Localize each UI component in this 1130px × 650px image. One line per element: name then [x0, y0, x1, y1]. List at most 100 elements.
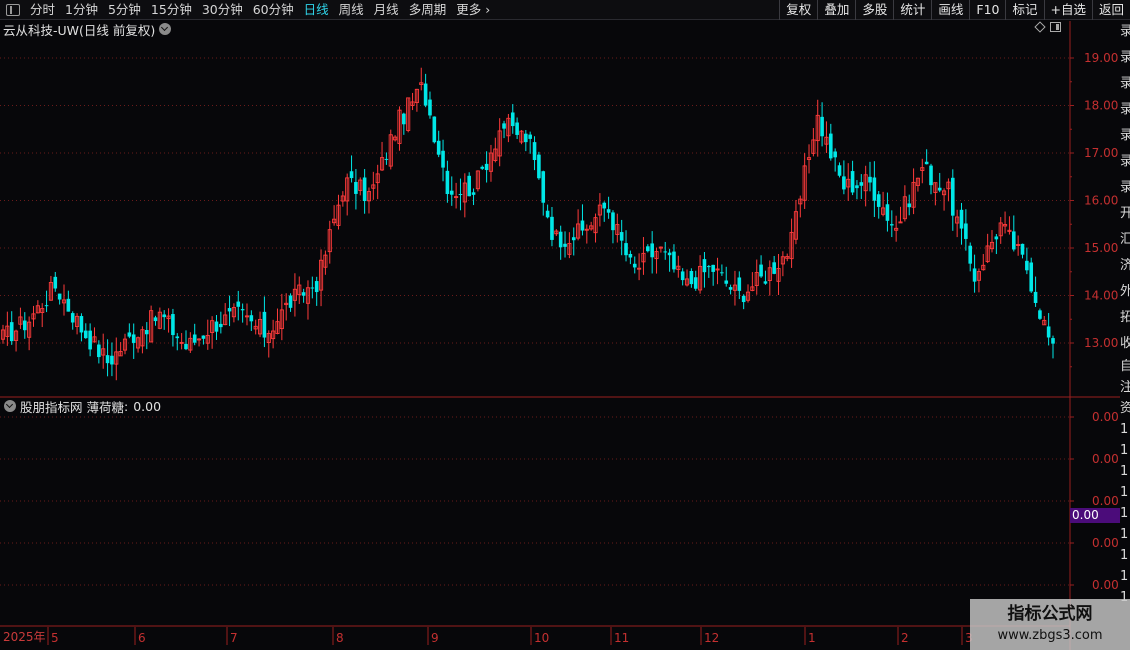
time-tick-label: 8: [336, 631, 344, 645]
candle-body-down: [850, 171, 855, 193]
chevron-down-icon[interactable]: [4, 400, 16, 412]
watermark-title: 指标公式网: [1007, 604, 1093, 624]
candle-body-down: [619, 232, 624, 241]
time-tick-label: 10: [534, 631, 549, 645]
main-chart-header: 云从科技-UW(日线 前复权): [3, 21, 172, 38]
side-panel-glyph: 1: [1120, 527, 1129, 542]
candle-body-down: [9, 322, 14, 342]
candle-body-down: [702, 259, 707, 273]
candle-body-down: [611, 212, 615, 231]
candle-body-down: [772, 262, 776, 274]
chart-canvas[interactable]: 19.0018.0017.0016.0015.0014.0013.000.000…: [0, 0, 1130, 650]
candle-body-down: [44, 305, 49, 307]
candle-body-down: [885, 204, 890, 221]
side-panel-glyph: 1: [1120, 443, 1129, 458]
candle-body-down: [737, 277, 742, 291]
candle-body-down: [445, 170, 450, 195]
price-tick-label: 15.00: [1084, 241, 1118, 255]
candle-body-down: [57, 293, 62, 300]
candle-body-down: [441, 150, 445, 168]
candle-body-down: [929, 165, 933, 186]
candle-body-down: [528, 134, 532, 139]
candle-body-down: [83, 330, 88, 339]
candle-body-down: [994, 236, 999, 240]
candle-body-down: [184, 343, 188, 350]
candle-body-down: [537, 154, 541, 179]
candle-body-down: [689, 271, 694, 285]
candle-body-down: [402, 113, 406, 125]
candle-body-down: [53, 276, 58, 289]
indicator-value: 0.00: [133, 398, 162, 414]
candle-body-down: [876, 194, 881, 207]
candle-body-down: [907, 203, 912, 208]
side-panel-glyph: 录: [1120, 102, 1130, 117]
time-tick-label: 6: [138, 631, 146, 645]
indicator-colon: :: [124, 398, 129, 414]
panel-toggle-icon[interactable]: [1050, 22, 1061, 32]
candle-body-down: [820, 116, 824, 137]
candle-body-down: [711, 264, 715, 272]
candle-body-down: [541, 171, 546, 203]
side-panel-glyph: 录: [1120, 154, 1130, 169]
candle-body-down: [192, 334, 197, 343]
candle-body-down: [88, 330, 92, 350]
indicator-tick-label: 0.00: [1092, 494, 1119, 508]
candle-body-down: [467, 175, 471, 197]
side-panel-glyph: 收: [1120, 336, 1130, 351]
time-tick-label: 5: [51, 631, 59, 645]
candle-body-down: [301, 292, 306, 296]
candle-body-down: [314, 281, 319, 293]
candle-body-down: [144, 330, 149, 335]
side-panel-glyph: 注: [1120, 380, 1130, 395]
candle-body-down: [724, 280, 729, 284]
candle-body-down: [720, 272, 724, 274]
candle-body-down: [236, 301, 241, 307]
side-panel-gap: [1120, 351, 1130, 353]
side-panel-glyph: 录: [1120, 76, 1130, 91]
side-panel-glyph: 录: [1120, 50, 1130, 65]
candle-body-down: [70, 313, 75, 323]
side-panel-glyph: 录: [1120, 24, 1130, 39]
price-tick-label: 14.00: [1084, 289, 1118, 303]
time-tick-label: 11: [614, 631, 629, 645]
candle-body-down: [524, 133, 528, 143]
candle-body-down: [79, 316, 84, 333]
candle-body-down: [428, 99, 432, 116]
chart-corner-controls: [1034, 21, 1061, 33]
watermark: 指标公式网 www.zbgs3.com: [970, 599, 1130, 650]
candle-body-down: [1011, 231, 1016, 250]
candle-body-down: [663, 251, 668, 253]
candle-body-down: [515, 122, 519, 135]
candle-body-down: [175, 336, 180, 339]
candle-body-down: [924, 161, 929, 165]
candle-body-down: [1033, 291, 1038, 303]
candle-body-down: [162, 314, 167, 318]
diamond-icon[interactable]: [1034, 21, 1046, 33]
candle-body-down: [628, 253, 633, 258]
candle-body-down: [127, 332, 132, 337]
side-panel-glyph: 录: [1120, 128, 1130, 143]
candle-body-down: [458, 194, 463, 196]
chevron-down-icon[interactable]: [159, 23, 172, 35]
price-tick-label: 17.00: [1084, 146, 1118, 160]
candle-body-down: [646, 246, 650, 252]
side-panel-glyph: 1: [1120, 548, 1129, 563]
candle-body-down: [889, 224, 894, 226]
side-panel-glyph: 自: [1120, 359, 1130, 374]
side-panel-glyph: 汇: [1120, 232, 1130, 247]
candle-body-down: [349, 171, 354, 179]
side-panel-glyph: 资: [1120, 401, 1130, 416]
candle-body-down: [354, 181, 358, 194]
candle-body-down: [707, 266, 711, 268]
candle-body-down: [219, 323, 223, 328]
candle-body-down: [632, 263, 637, 268]
price-tick-label: 13.00: [1084, 336, 1118, 350]
candle-body-down: [66, 298, 71, 312]
candle-body-down: [558, 231, 563, 248]
side-panel-glyph: 济: [1120, 258, 1130, 273]
side-panel-glyph: 1: [1120, 569, 1129, 584]
candle-body-down: [859, 182, 864, 186]
candle-body-down: [763, 281, 768, 284]
candle-body-down: [262, 311, 267, 338]
candle-body-down: [227, 308, 232, 312]
